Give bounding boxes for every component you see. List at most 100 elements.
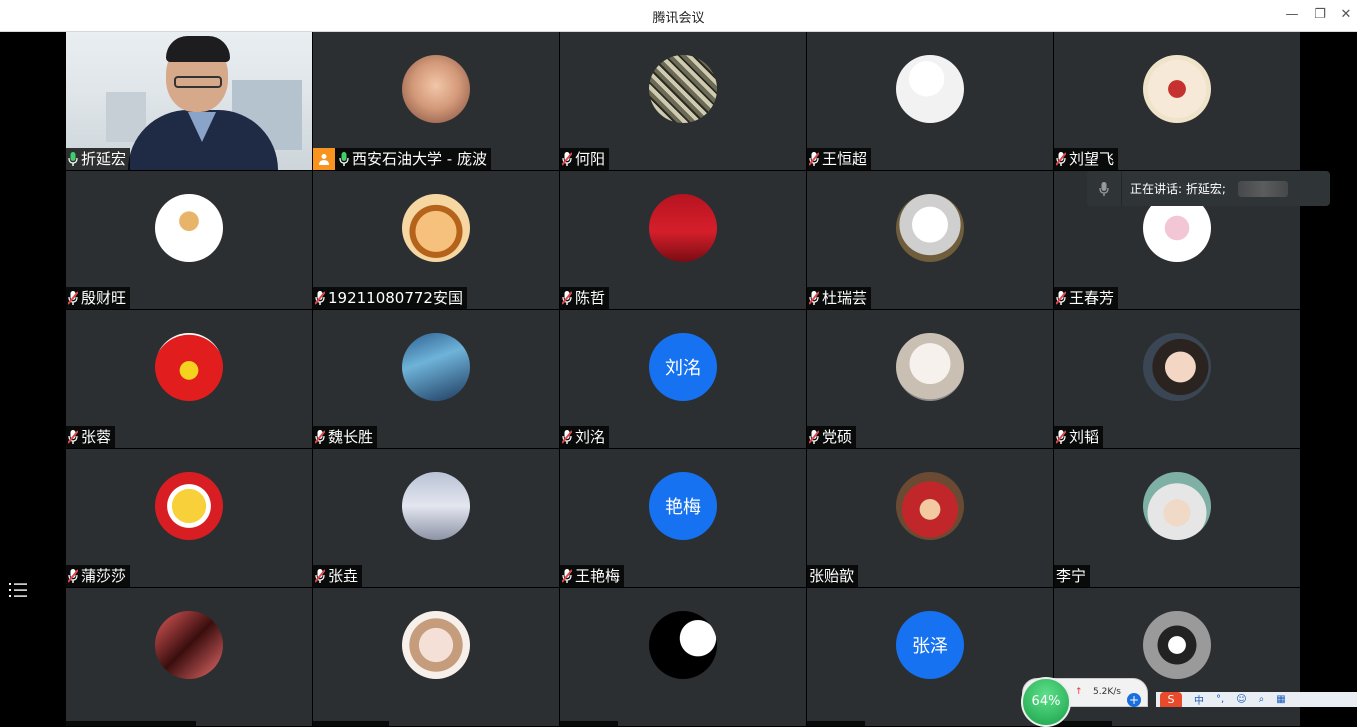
participant-tile[interactable]: 蒲莎莎 — [66, 449, 312, 587]
blurred-name — [1237, 180, 1288, 197]
close-button[interactable]: ✕ — [1334, 5, 1357, 25]
avatar: 艳梅 — [649, 472, 717, 540]
avatar — [896, 55, 964, 123]
participant-label: 19211080772安国 — [313, 287, 467, 309]
mic-muted-icon — [68, 569, 78, 583]
host-person-icon — [313, 148, 335, 170]
mic-muted-icon — [562, 569, 572, 583]
participant-tile[interactable]: 张蓉 — [66, 310, 312, 448]
participant-label: 刘望飞 — [1054, 148, 1119, 170]
participant-label: 张蓉 — [66, 426, 116, 448]
emoji-icon[interactable]: ☺ — [1236, 694, 1246, 705]
participant-name: 刘望飞 — [1069, 150, 1115, 168]
avatar — [649, 55, 717, 123]
participant-label: 陈哲 — [560, 287, 610, 309]
mic-muted-icon — [68, 291, 78, 305]
avatar — [402, 472, 470, 540]
mic-tray-icon[interactable]: ⌕ — [1259, 694, 1265, 705]
participant-tile[interactable]: 何阳 — [560, 32, 806, 170]
restore-button[interactable]: ❐ — [1308, 5, 1332, 25]
avatar — [896, 333, 964, 401]
participant-label: 杜瑞芸 — [807, 287, 872, 309]
participant-name: 李宁 — [1056, 567, 1087, 585]
participant-label: 党硕 — [807, 426, 857, 448]
participant-tile[interactable]: 陈哲 — [560, 171, 806, 309]
participant-label: 折延宏 — [66, 148, 131, 170]
participant-tile[interactable]: 张贻歆 — [807, 449, 1053, 587]
participant-tile[interactable] — [313, 588, 559, 726]
participant-name: 张垚 — [328, 567, 359, 585]
participant-label: 王恒超 — [807, 148, 872, 170]
participant-tile[interactable] — [560, 588, 806, 726]
mic-muted-icon — [315, 291, 325, 305]
participant-tile[interactable]: 魏长胜 — [313, 310, 559, 448]
participant-name: 王艳梅 — [575, 567, 621, 585]
participant-label: 殷财旺 — [66, 287, 131, 309]
avatar — [649, 611, 717, 679]
avatar — [1143, 55, 1211, 123]
participant-tile[interactable]: 殷财旺 — [66, 171, 312, 309]
participant-name: 党硕 — [822, 428, 853, 446]
participant-name: 魏长胜 — [328, 428, 374, 446]
participant-name: 刘洺 — [575, 428, 606, 446]
network-speed-widget[interactable]: 64% ↑ 5.2K/s + — [1021, 677, 1148, 727]
participant-tile[interactable]: 杜瑞芸 — [807, 171, 1053, 309]
participant-label: 李宁 — [1054, 565, 1091, 587]
avatar: 张泽 — [896, 611, 964, 679]
participant-name: 殷财旺 — [81, 289, 127, 307]
avatar — [402, 611, 470, 679]
plus-icon[interactable]: + — [1127, 693, 1141, 707]
participant-tile[interactable]: 19211080772安国 — [313, 171, 559, 309]
upload-speed: 5.2K/s — [1093, 687, 1121, 697]
participant-tile[interactable]: 李宁 — [1054, 449, 1300, 587]
participant-name: 19211080772安国 — [328, 289, 463, 307]
participant-tile[interactable]: 张泽 — [807, 588, 1053, 726]
participant-label: 王春芳 — [1054, 287, 1119, 309]
mic-muted-icon — [562, 152, 572, 166]
participant-label: 张垚 — [313, 565, 363, 587]
participant-tile[interactable] — [66, 588, 312, 726]
participant-tile[interactable]: 王恒超 — [807, 32, 1053, 170]
participant-tile[interactable]: 西安石油大学 - 庞波 — [313, 32, 559, 170]
mic-muted-icon — [562, 430, 572, 444]
participant-name: 蒲莎莎 — [81, 567, 127, 585]
participant-tile[interactable]: 张垚 — [313, 449, 559, 587]
mic-on-icon — [339, 152, 349, 166]
participant-label — [560, 721, 618, 726]
participant-tile[interactable]: 党硕 — [807, 310, 1053, 448]
participant-tile[interactable]: 刘洺 刘洺 — [560, 310, 806, 448]
participant-name: 王春芳 — [1069, 289, 1115, 307]
participant-name: 刘韬 — [1069, 428, 1100, 446]
keyboard-icon[interactable]: ▦ — [1276, 694, 1285, 705]
speaking-text: 正在讲话: 折延宏; — [1130, 182, 1226, 196]
ime-language[interactable]: 中 — [1194, 692, 1204, 707]
participant-tile[interactable]: 艳梅王艳梅 — [560, 449, 806, 587]
participant-tile[interactable]: 折延宏 — [66, 32, 312, 170]
participant-list-button[interactable] — [4, 576, 32, 604]
mic-muted-icon — [315, 569, 325, 583]
participant-label: 何阳 — [560, 148, 610, 170]
avatar — [402, 333, 470, 401]
participant-tile[interactable]: 刘望飞 — [1054, 32, 1300, 170]
participant-label: 蒲莎莎 — [66, 565, 131, 587]
mic-muted-icon — [809, 291, 819, 305]
avatar — [155, 611, 223, 679]
mic-muted-icon — [809, 430, 819, 444]
punctuation-icon[interactable]: °, — [1216, 694, 1224, 705]
minimize-button[interactable]: — — [1280, 5, 1304, 25]
participant-tile[interactable]: 刘韬 — [1054, 310, 1300, 448]
avatar — [155, 472, 223, 540]
participant-label: 张贻歆 — [807, 565, 859, 587]
avatar — [402, 194, 470, 262]
mic-on-icon — [68, 152, 78, 166]
title-bar: 腾讯会议 — ❐ ✕ — [0, 0, 1357, 32]
avatar — [1143, 472, 1211, 540]
window-title: 腾讯会议 — [652, 11, 705, 26]
avatar — [1143, 611, 1211, 679]
participant-name: 王恒超 — [822, 150, 868, 168]
participant-label — [66, 721, 196, 726]
ime-logo-icon[interactable]: S — [1160, 692, 1182, 707]
participant-name: 西安石油大学 - 庞波 — [352, 150, 487, 168]
mic-muted-icon — [1056, 152, 1066, 166]
cpu-percent-ball: 64% — [1021, 677, 1071, 727]
